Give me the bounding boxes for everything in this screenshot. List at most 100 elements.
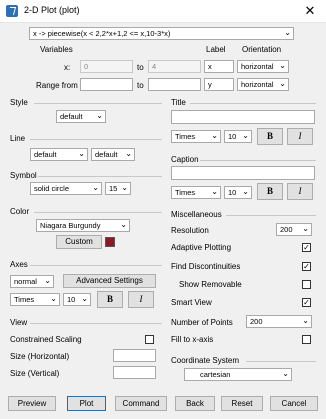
axes-font-select[interactable]: Times ⌄ xyxy=(10,293,60,306)
line-heading: Line xyxy=(10,134,26,143)
chevron-down-icon: ⌄ xyxy=(284,28,291,37)
chevron-down-icon: ⌄ xyxy=(96,111,103,120)
coordinate-system-value: cartesian xyxy=(200,370,231,379)
axes-divider xyxy=(30,265,162,266)
find-discontinuities-checkbox[interactable]: ✓ xyxy=(302,262,311,271)
x-orientation-select[interactable]: horizontal ⌄ xyxy=(237,60,289,73)
variables-heading: Variables xyxy=(40,45,73,54)
color-select[interactable]: Niagara Burgundy ⌄ xyxy=(36,219,130,232)
caption-italic-button[interactable]: I xyxy=(287,183,313,200)
resolution-select[interactable]: 200 ⌄ xyxy=(276,223,312,236)
command-button[interactable]: Command xyxy=(115,396,167,411)
symbol-select[interactable]: solid circle ⌄ xyxy=(30,182,102,195)
app-icon xyxy=(6,5,18,17)
style-select[interactable]: default ⌄ xyxy=(56,110,106,123)
chevron-down-icon: ⌄ xyxy=(81,294,88,303)
title-heading: Title xyxy=(171,98,186,107)
caption-font-select[interactable]: Times ⌄ xyxy=(171,186,221,199)
title-italic-button[interactable]: I xyxy=(287,128,313,145)
smart-view-checkbox[interactable]: ✓ xyxy=(302,298,311,307)
style-heading: Style xyxy=(10,98,28,107)
x-axis-label-field[interactable]: x xyxy=(204,60,234,73)
cancel-button[interactable]: Cancel xyxy=(270,396,318,411)
close-icon[interactable]: ✕ xyxy=(302,3,318,19)
reset-button[interactable]: Reset xyxy=(221,396,263,411)
orientation-heading: Orientation xyxy=(242,45,282,54)
number-of-points-value: 200 xyxy=(250,317,263,326)
constrained-scaling-checkbox[interactable] xyxy=(145,335,154,344)
caption-divider xyxy=(200,160,316,161)
range-to-field[interactable] xyxy=(148,78,201,91)
range-label: Range from xyxy=(36,81,78,90)
to-label-1: to xyxy=(137,63,144,72)
chevron-down-icon: ⌄ xyxy=(92,183,99,192)
chevron-down-icon: ⌄ xyxy=(279,79,286,88)
chevron-down-icon: ⌄ xyxy=(282,369,289,378)
range-from-field[interactable] xyxy=(80,78,133,91)
title-font-value: Times xyxy=(175,132,196,141)
adaptive-plotting-checkbox[interactable]: ✓ xyxy=(302,243,311,252)
misc-heading: Miscellaneous xyxy=(171,210,222,219)
caption-size-value: 10 xyxy=(228,188,237,197)
caption-font-value: Times xyxy=(175,188,196,197)
back-button[interactable]: Back xyxy=(175,396,215,411)
axes-heading: Axes xyxy=(10,260,28,269)
x-variable-label: x: xyxy=(64,63,71,72)
resolution-value: 200 xyxy=(280,225,293,234)
caption-heading: Caption xyxy=(171,155,199,164)
color-swatch xyxy=(105,237,115,247)
fill-to-x-axis-label: Fill to x-axis xyxy=(171,335,214,344)
symbol-heading: Symbol xyxy=(10,171,37,180)
line-style-select[interactable]: default ⌄ xyxy=(30,148,88,161)
style-divider xyxy=(34,103,162,104)
caption-size-select[interactable]: 10 ⌄ xyxy=(224,186,252,199)
caption-bold-button[interactable]: B xyxy=(257,183,283,200)
size-vertical-label: Size (Vertical) xyxy=(10,369,60,378)
line-width-value: default xyxy=(95,150,118,159)
line-width-select[interactable]: default ⌄ xyxy=(91,148,135,161)
preview-button[interactable]: Preview xyxy=(8,396,56,411)
label-heading: Label xyxy=(206,45,226,54)
axes-select[interactable]: normal ⌄ xyxy=(10,275,54,288)
title-size-select[interactable]: 10 ⌄ xyxy=(224,130,252,143)
y-orientation-value: horizontal xyxy=(241,80,274,89)
advanced-settings-button[interactable]: Advanced Settings xyxy=(63,274,156,288)
title-font-select[interactable]: Times ⌄ xyxy=(171,130,221,143)
expression-select[interactable]: x -> piecewise(x < 2,2*x+1,2 <= x,10-3*x… xyxy=(29,27,294,40)
axes-bold-button[interactable]: B xyxy=(97,291,123,308)
chevron-down-icon: ⌄ xyxy=(125,149,132,158)
coordinate-system-heading: Coordinate System xyxy=(171,356,240,365)
y-axis-label-field[interactable]: y xyxy=(204,78,234,91)
fill-to-x-axis-checkbox[interactable] xyxy=(302,335,311,344)
custom-color-button[interactable]: Custom xyxy=(56,235,102,249)
to-label-2: to xyxy=(137,81,144,90)
size-vertical-field[interactable] xyxy=(113,366,156,379)
x-from-field[interactable]: 0 xyxy=(80,60,133,73)
axes-font-value: Times xyxy=(14,295,35,304)
axes-italic-button[interactable]: I xyxy=(128,291,154,308)
number-of-points-label: Number of Points xyxy=(171,318,233,327)
title-bold-button[interactable]: B xyxy=(257,128,283,145)
symbol-value: solid circle xyxy=(34,184,70,193)
line-divider xyxy=(30,139,162,140)
show-removable-checkbox[interactable] xyxy=(302,280,311,289)
size-horizontal-field[interactable] xyxy=(113,349,156,362)
chevron-down-icon: ⌄ xyxy=(211,131,218,140)
x-to-field[interactable]: 4 xyxy=(148,60,201,73)
chevron-down-icon: ⌄ xyxy=(120,220,127,229)
coordinate-system-select[interactable]: cartesian ⌄ xyxy=(184,368,292,381)
expression-value: x -> piecewise(x < 2,2*x+1,2 <= x,10-3*x… xyxy=(33,29,171,38)
axes-value: normal xyxy=(14,277,37,286)
number-of-points-select[interactable]: 200 ⌄ xyxy=(246,315,312,328)
chevron-down-icon: ⌄ xyxy=(242,187,249,196)
caption-field[interactable] xyxy=(171,166,315,180)
title-field[interactable] xyxy=(171,110,315,124)
y-orientation-select[interactable]: horizontal ⌄ xyxy=(237,78,289,91)
constrained-scaling-label: Constrained Scaling xyxy=(10,335,82,344)
style-value: default xyxy=(60,112,83,121)
symbol-size-select[interactable]: 15 ⌄ xyxy=(105,182,131,195)
size-horizontal-label: Size (Horizontal) xyxy=(10,352,70,361)
plot-button[interactable]: Plot xyxy=(67,396,106,411)
chevron-down-icon: ⌄ xyxy=(78,149,85,158)
axes-size-select[interactable]: 10 ⌄ xyxy=(63,293,91,306)
